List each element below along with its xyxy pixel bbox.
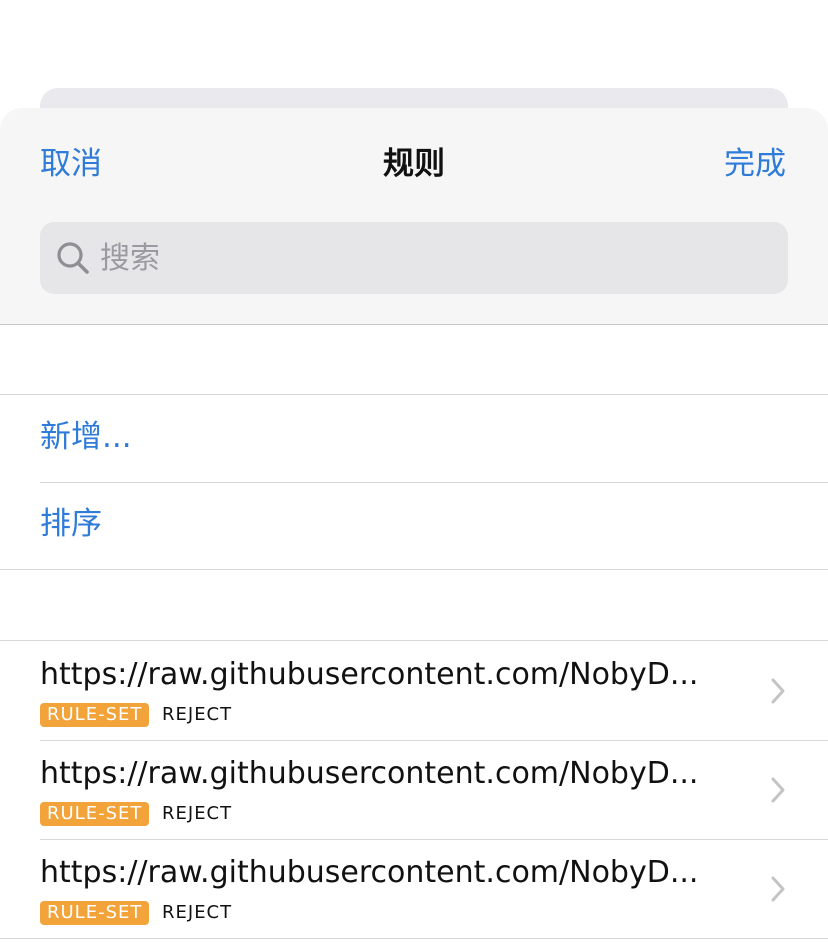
chevron-right-icon [771, 678, 785, 704]
rule-policy: REJECT [162, 803, 233, 824]
page-title: 规则 [383, 146, 445, 182]
add-rule-label: 新增... [40, 419, 132, 455]
search-icon [57, 242, 89, 274]
done-button[interactable]: 完成 [724, 144, 786, 184]
rules-sheet: 取消 规则 完成 新增... 排序 https://raw.githubuser… [0, 108, 828, 951]
rule-row[interactable]: https://raw.githubusercontent.com/NobyD.… [0, 641, 828, 740]
rule-type-badge: RULE-SET [40, 901, 150, 925]
rule-type-badge: RULE-SET [40, 703, 150, 727]
add-rule-row[interactable]: 新增... [0, 395, 828, 482]
rule-row[interactable]: https://raw.githubusercontent.com/NobyD.… [0, 839, 828, 938]
sort-rules-label: 排序 [40, 506, 102, 542]
rule-row[interactable]: https://raw.githubusercontent.com/NobyD.… [0, 740, 828, 839]
actions-group: 新增... 排序 [0, 394, 828, 570]
sort-rules-row[interactable]: 排序 [0, 482, 828, 569]
rule-url: https://raw.githubusercontent.com/NobyD.… [40, 756, 699, 791]
search-bar[interactable] [40, 222, 788, 294]
rule-policy: REJECT [162, 704, 233, 725]
rule-type-badge: RULE-SET [40, 802, 150, 826]
rules-list: https://raw.githubusercontent.com/NobyD.… [0, 640, 828, 939]
chevron-right-icon [771, 777, 785, 803]
chevron-right-icon [771, 876, 785, 902]
rule-url: https://raw.githubusercontent.com/NobyD.… [40, 855, 699, 890]
rule-url: https://raw.githubusercontent.com/NobyD.… [40, 657, 699, 692]
rule-policy: REJECT [162, 902, 233, 923]
navigation-bar: 取消 规则 完成 [0, 108, 828, 325]
search-input[interactable] [100, 222, 760, 294]
